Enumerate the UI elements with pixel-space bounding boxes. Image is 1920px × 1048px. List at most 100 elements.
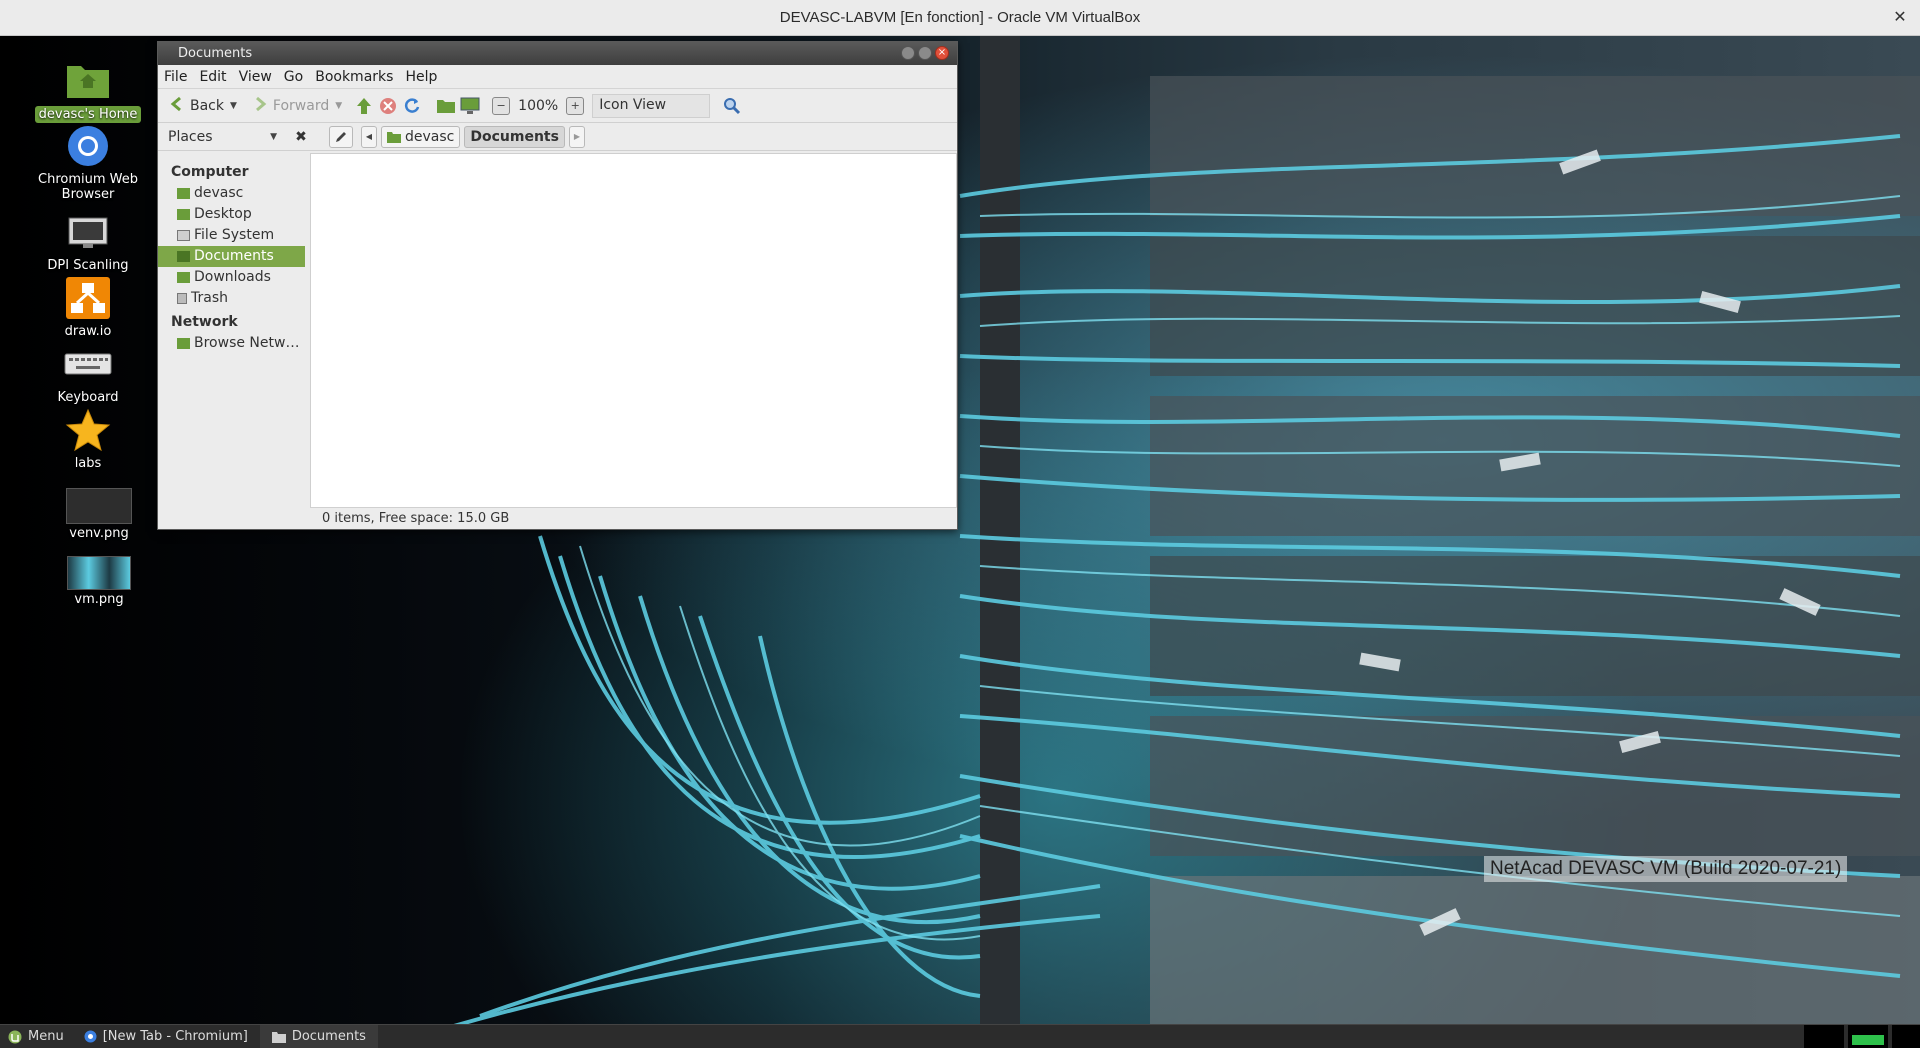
desktop-icon-label: Chromium Web Browser	[38, 172, 138, 202]
desktop-icon-labs[interactable]: labs	[26, 406, 150, 471]
desktop-icon-vm-png[interactable]: vm.png	[37, 556, 161, 607]
maximize-icon[interactable]	[918, 46, 932, 60]
taskbar: Menu [New Tab - Chromium] Documents	[0, 1024, 1920, 1048]
sidebar-item-label: Trash	[191, 290, 228, 306]
places-label: Places	[168, 128, 213, 145]
desktop-icon-label: DPI Scanling	[47, 258, 129, 273]
sidebar-item-label: File System	[194, 227, 275, 243]
taskbar-item-label: [New Tab - Chromium]	[102, 1029, 248, 1044]
places-select[interactable]: Places ▼	[168, 129, 277, 145]
back-arrow-icon	[170, 96, 184, 116]
back-button[interactable]: Back	[164, 92, 230, 120]
trash-icon	[177, 293, 187, 304]
sidebar-item-label: Downloads	[194, 269, 271, 285]
documents-folder-icon	[177, 251, 190, 262]
breadcrumb-label: devasc	[405, 128, 455, 145]
breadcrumb-devasc[interactable]: devasc	[381, 125, 461, 148]
forward-arrow-icon	[253, 96, 267, 116]
desktop-icon-drawio[interactable]: draw.io	[26, 274, 150, 339]
virtualbox-window-title: DEVASC-LABVM [En fonction] - Oracle VM V…	[779, 9, 1141, 26]
home-folder-icon	[387, 131, 401, 143]
drive-icon	[177, 230, 190, 241]
sidebar-item-trash[interactable]: Trash	[158, 288, 305, 309]
taskbar-item-label: Documents	[291, 1029, 366, 1044]
breadcrumb-label: Documents	[470, 128, 559, 145]
desktop-icon-home[interactable]: devasc's Home	[26, 56, 150, 123]
file-manager-body: Computer devasc Desktop File System Docu…	[158, 153, 957, 509]
tray-activity-icon[interactable]	[1848, 1025, 1888, 1048]
menu-edit[interactable]: Edit	[199, 69, 226, 85]
folder-icon	[271, 1031, 286, 1043]
mint-logo-icon	[8, 1030, 22, 1043]
tray-monitor-icon[interactable]	[1804, 1025, 1844, 1048]
desktop-icon-chromium[interactable]: Chromium Web Browser	[26, 122, 150, 202]
breadcrumb-right-arrow[interactable]: ▶	[568, 125, 585, 148]
home-folder-icon	[64, 56, 112, 104]
sidebar-heading-network: Network	[171, 314, 238, 330]
sidebar-item-label: Desktop	[194, 206, 252, 222]
view-mode-select[interactable]: Icon View	[592, 93, 711, 118]
file-manager-title: Documents	[178, 46, 253, 61]
sidebar-item-file-system[interactable]: File System	[158, 225, 305, 246]
start-menu-button[interactable]: Menu	[0, 1025, 72, 1048]
zoom-in-button[interactable]: +	[566, 96, 585, 115]
close-icon[interactable]: ×	[935, 46, 949, 60]
system-tray	[1800, 1025, 1920, 1048]
home-folder-icon	[177, 188, 190, 199]
desktop-icon-dpi-scaling[interactable]: DPI Scanling	[26, 208, 150, 273]
computer-icon[interactable]	[458, 94, 482, 118]
desktop-icon-label: devasc's Home	[34, 106, 142, 123]
chromium-icon	[84, 1030, 97, 1043]
toolbar: Back ▼ Forward ▼ − 100% + Icon View	[158, 89, 957, 123]
forward-label: Forward	[272, 97, 330, 114]
up-icon[interactable]	[352, 94, 376, 118]
location-toggle-button[interactable]	[329, 125, 353, 148]
pencil-icon	[336, 131, 346, 142]
menu-view[interactable]: View	[239, 69, 272, 85]
forward-button[interactable]: Forward	[247, 92, 335, 120]
desktop-watermark: NetAcad DEVASC VM (Build 2020-07-21)	[1484, 856, 1848, 882]
close-sidebar-icon[interactable]: ✖	[291, 129, 311, 145]
file-manager-titlebar[interactable]: Documents ×	[158, 42, 957, 65]
file-manager-window: Documents × File Edit View Go Bookmarks …	[157, 41, 958, 530]
stop-icon[interactable]	[376, 94, 400, 118]
forward-history-dropdown[interactable]: ▼	[335, 101, 342, 111]
taskbar-item-documents[interactable]: Documents	[259, 1024, 378, 1048]
menu-help[interactable]: Help	[405, 69, 437, 85]
tray-extra-icon[interactable]	[1892, 1025, 1920, 1048]
image-thumbnail-icon	[66, 488, 132, 524]
sidebar-item-downloads[interactable]: Downloads	[158, 267, 305, 288]
virtualbox-close-icon[interactable]: ✕	[1890, 7, 1910, 27]
sidebar-item-browse-network[interactable]: Browse Netw…	[158, 333, 305, 354]
image-thumbnail-icon	[67, 556, 131, 590]
breadcrumb-left-arrow[interactable]: ◀	[361, 125, 377, 148]
sidebar-item-label: Browse Netw…	[194, 335, 300, 351]
file-view-area[interactable]	[310, 153, 957, 509]
desktop-icon-venv-png[interactable]: venv.png	[37, 488, 161, 541]
sidebar-item-documents[interactable]: Documents	[158, 246, 305, 267]
sidebar-item-desktop[interactable]: Desktop	[158, 204, 305, 225]
monitor-icon	[64, 208, 112, 256]
downloads-folder-icon	[177, 272, 190, 283]
back-label: Back	[190, 97, 224, 114]
taskbar-item-chromium[interactable]: [New Tab - Chromium]	[72, 1025, 260, 1048]
keyboard-icon	[64, 340, 112, 388]
sidebar-item-devasc[interactable]: devasc	[158, 183, 305, 204]
desktop-folder-icon	[177, 209, 190, 220]
sidebar-item-label: devasc	[194, 185, 244, 201]
breadcrumb-documents[interactable]: Documents	[464, 125, 565, 148]
desktop-icon-label: draw.io	[64, 324, 112, 339]
zoom-out-button[interactable]: −	[492, 96, 511, 115]
sidebar-item-label: Documents	[194, 248, 274, 264]
home-folder-icon[interactable]	[434, 94, 458, 118]
menu-file[interactable]: File	[164, 69, 187, 85]
sidebar-heading-computer: Computer	[171, 164, 249, 180]
desktop-icon-keyboard[interactable]: Keyboard	[26, 340, 150, 405]
back-history-dropdown[interactable]: ▼	[230, 101, 237, 111]
search-icon[interactable]	[720, 94, 744, 118]
menu-go[interactable]: Go	[284, 69, 303, 85]
minimize-icon[interactable]	[901, 46, 915, 60]
network-icon	[177, 338, 190, 349]
menu-bookmarks[interactable]: Bookmarks	[315, 69, 393, 85]
reload-icon[interactable]	[400, 94, 424, 118]
